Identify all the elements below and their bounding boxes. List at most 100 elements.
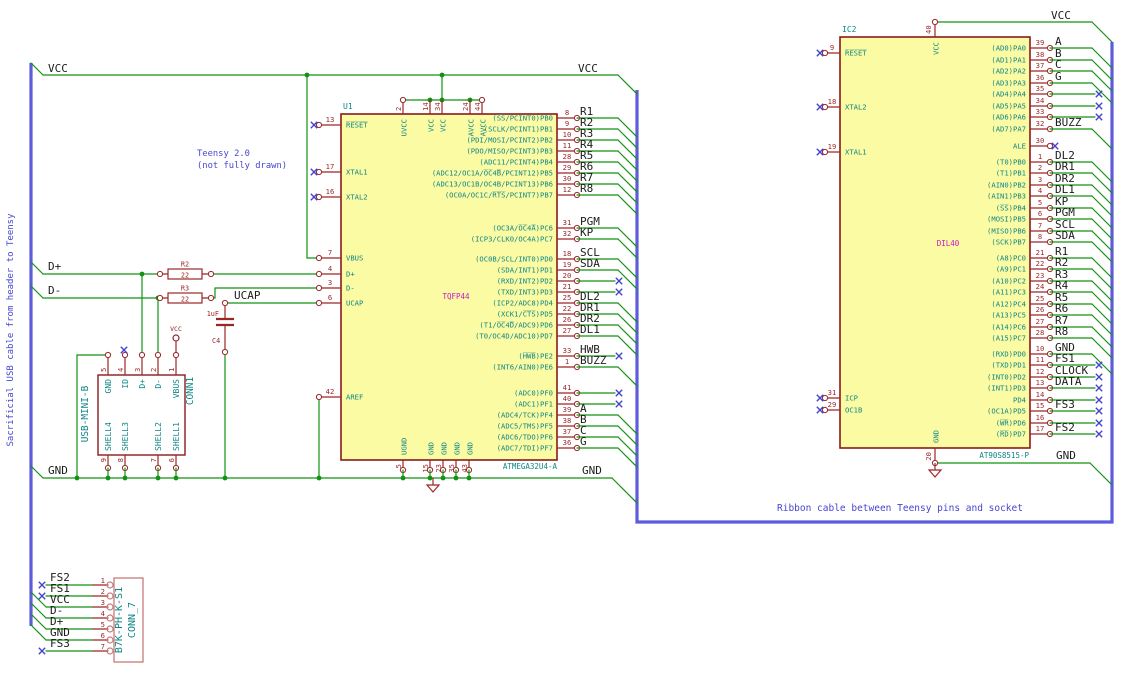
wire[interactable] <box>1091 59 1113 81</box>
wire[interactable] <box>617 139 638 160</box>
net-label-gnd-u1[interactable]: GND <box>582 464 602 477</box>
note-usb-cable[interactable]: Sacrificial USB cable from header to Tee… <box>6 213 16 447</box>
net-label-vcc-left[interactable]: VCC <box>48 62 68 75</box>
net-label-vcc-u1[interactable]: VCC <box>578 62 598 75</box>
wire[interactable] <box>30 62 44 76</box>
pin-name: (S̅S̅/PCINT0)PB0 <box>492 113 553 122</box>
ic2-footprint[interactable]: DIL40 <box>937 239 960 248</box>
note-teensy-line1[interactable]: Teensy 2.0 <box>197 149 250 159</box>
wire[interactable] <box>617 117 638 138</box>
pin-number: 34 <box>1036 96 1045 105</box>
wire[interactable] <box>617 238 638 259</box>
wire[interactable] <box>1091 47 1113 69</box>
r3-value[interactable]: 22 <box>181 296 189 304</box>
pin-name: (AIN0)PB2 <box>987 181 1026 190</box>
c4-value[interactable]: 1uF <box>207 310 219 318</box>
r2-value[interactable]: 22 <box>181 272 189 280</box>
note-teensy-line2[interactable]: (not fully drawn) <box>197 161 287 171</box>
wire[interactable] <box>617 302 638 323</box>
wire[interactable] <box>1091 195 1113 217</box>
r2-ref[interactable]: R2 <box>181 261 189 269</box>
wire[interactable] <box>1091 257 1113 279</box>
wire[interactable] <box>1091 353 1113 375</box>
net-label[interactable]: SDA <box>1055 229 1075 242</box>
net-label-dplus[interactable]: D+ <box>48 260 62 273</box>
net-label[interactable]: SDA <box>580 257 600 270</box>
wire[interactable] <box>617 161 638 182</box>
net-label[interactable]: FS2 <box>1055 421 1075 434</box>
wire[interactable] <box>1091 207 1113 229</box>
net-label[interactable]: BUZZ <box>1055 116 1082 129</box>
pin-number: 23 <box>1036 271 1045 280</box>
wire[interactable] <box>1091 21 1113 43</box>
wire[interactable] <box>617 128 638 149</box>
note-ribbon[interactable]: Ribbon cable between Teensy pins and soc… <box>777 503 1023 514</box>
wire[interactable] <box>617 414 638 435</box>
net-label[interactable]: R8 <box>1055 325 1068 338</box>
conn1-value[interactable]: USB-MINI-B <box>80 385 91 442</box>
net-label[interactable]: BUZZ <box>580 354 607 367</box>
wire[interactable] <box>1091 161 1113 183</box>
wire[interactable] <box>617 74 638 95</box>
wire[interactable] <box>617 194 638 215</box>
net-label[interactable]: G <box>1055 70 1062 83</box>
net-label-vcc-ic2[interactable]: VCC <box>1051 9 1071 22</box>
net-label[interactable]: KP <box>580 226 594 239</box>
u1-ref[interactable]: U1 <box>343 102 353 111</box>
net-label-dminus[interactable]: D- <box>48 284 61 297</box>
net-label-ucap[interactable]: UCAP <box>234 289 261 302</box>
wire[interactable] <box>1089 462 1113 486</box>
wire[interactable] <box>30 285 44 299</box>
ic2-ref[interactable]: IC2 <box>842 25 857 34</box>
wire[interactable] <box>617 150 638 171</box>
wire[interactable] <box>1091 314 1113 336</box>
wire[interactable] <box>617 313 638 334</box>
wire[interactable] <box>617 425 638 446</box>
wire[interactable] <box>617 227 638 248</box>
wire[interactable] <box>1091 172 1113 194</box>
net-label-gnd-ic2[interactable]: GND <box>1056 449 1076 462</box>
wire[interactable] <box>617 258 638 279</box>
wire[interactable] <box>1091 280 1113 302</box>
wire[interactable] <box>617 324 638 345</box>
pin-number: 9 <box>99 458 108 462</box>
wire[interactable] <box>1091 128 1113 150</box>
wire[interactable] <box>1091 82 1113 104</box>
schematic-canvas[interactable]: Sacrificial USB cable from header to Tee… <box>0 0 1131 690</box>
wire[interactable] <box>1091 268 1113 290</box>
conn7-ref[interactable]: CONN_7 <box>127 602 138 638</box>
pin-number: 7 <box>101 642 105 651</box>
wire[interactable] <box>1091 326 1113 348</box>
wire[interactable] <box>611 477 638 504</box>
wire[interactable] <box>1091 70 1113 92</box>
wire[interactable] <box>1091 241 1113 263</box>
wire[interactable] <box>617 447 638 468</box>
wire[interactable] <box>1091 291 1113 313</box>
wire[interactable] <box>617 366 638 387</box>
r3-ref[interactable]: R3 <box>181 285 189 293</box>
wire[interactable] <box>1091 303 1113 325</box>
net-label[interactable]: G <box>580 435 587 448</box>
net-label[interactable]: FS3 <box>1055 398 1075 411</box>
wire[interactable] <box>1091 218 1113 240</box>
wire[interactable] <box>30 465 44 479</box>
net-label-gnd-left[interactable]: GND <box>48 464 68 477</box>
wire[interactable] <box>617 436 638 457</box>
u1-footprint[interactable]: TQFP44 <box>442 292 470 301</box>
wire[interactable] <box>1091 230 1113 252</box>
conn1-ref[interactable]: CONN1 <box>185 377 196 406</box>
net-label[interactable]: R8 <box>580 182 593 195</box>
wire[interactable] <box>617 183 638 204</box>
wire[interactable] <box>617 335 638 356</box>
conn7-value[interactable]: B7K-PH-K-S1 <box>114 587 125 653</box>
wire[interactable] <box>617 172 638 193</box>
net-label[interactable]: FS3 <box>50 637 70 650</box>
wire[interactable] <box>1091 184 1113 206</box>
net-label[interactable]: DL1 <box>580 323 600 336</box>
wire[interactable] <box>30 261 44 275</box>
net-label[interactable]: DATA <box>1055 375 1082 388</box>
c4-ref[interactable]: C4 <box>212 337 220 345</box>
u1-part[interactable]: ATMEGA32U4-A <box>503 462 558 471</box>
ic2-part[interactable]: AT90S8515-P <box>979 451 1029 460</box>
wire[interactable] <box>1091 337 1113 359</box>
